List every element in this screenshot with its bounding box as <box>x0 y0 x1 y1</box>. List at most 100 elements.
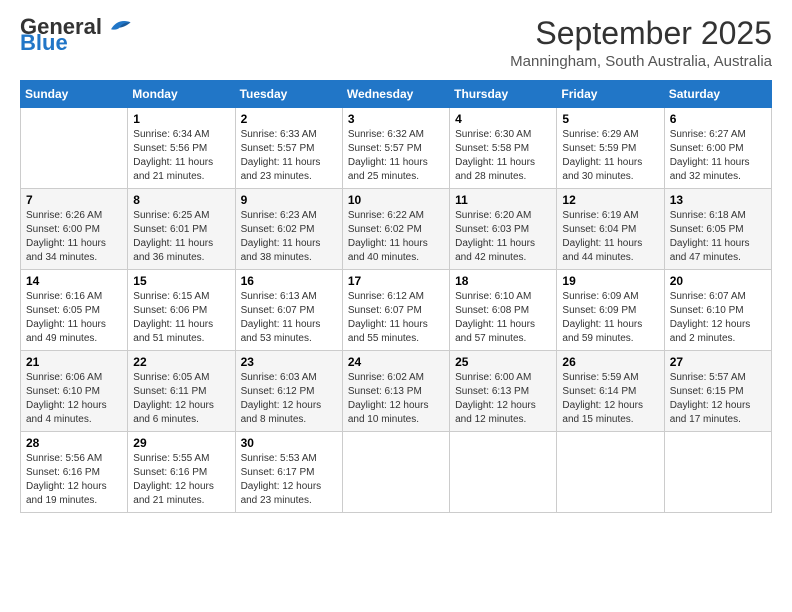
column-header-sunday: Sunday <box>21 81 128 108</box>
column-header-tuesday: Tuesday <box>235 81 342 108</box>
day-number: 29 <box>133 436 229 450</box>
day-number: 16 <box>241 274 337 288</box>
calendar-cell: 8 Sunrise: 6:25 AMSunset: 6:01 PMDaylight… <box>128 189 235 270</box>
day-number: 21 <box>26 355 122 369</box>
day-number: 3 <box>348 112 444 126</box>
day-info: Sunrise: 6:15 AMSunset: 6:06 PMDaylight:… <box>133 290 229 346</box>
logo: General Blue <box>20 16 132 54</box>
day-info: Sunrise: 6:12 AMSunset: 6:07 PMDaylight:… <box>348 290 444 346</box>
day-number: 26 <box>562 355 658 369</box>
calendar-header: SundayMondayTuesdayWednesdayThursdayFrid… <box>21 81 772 108</box>
day-number: 10 <box>348 193 444 207</box>
day-info: Sunrise: 5:57 AMSunset: 6:15 PMDaylight:… <box>670 371 766 427</box>
day-info: Sunrise: 6:22 AMSunset: 6:02 PMDaylight:… <box>348 209 444 265</box>
day-number: 11 <box>455 193 551 207</box>
page-header: General Blue September 2025 Manningham, … <box>20 16 772 70</box>
day-info: Sunrise: 6:33 AMSunset: 5:57 PMDaylight:… <box>241 128 337 184</box>
day-number: 23 <box>241 355 337 369</box>
calendar-cell: 13Sunrise: 6:18 AMSunset: 6:05 PMDayligh… <box>664 189 771 270</box>
day-info: Sunrise: 6:23 AMSunset: 6:02 PMDaylight:… <box>241 209 337 265</box>
calendar-cell: 12Sunrise: 6:19 AMSunset: 6:04 PMDayligh… <box>557 189 664 270</box>
day-info: Sunrise: 6:30 AMSunset: 5:58 PMDaylight:… <box>455 128 551 184</box>
day-number: 1 <box>133 112 229 126</box>
day-header-row: SundayMondayTuesdayWednesdayThursdayFrid… <box>21 81 772 108</box>
calendar-cell <box>21 108 128 189</box>
calendar-cell: 5Sunrise: 6:29 AMSunset: 5:59 PMDaylight… <box>557 108 664 189</box>
logo-bird-icon <box>104 16 132 34</box>
calendar-cell <box>557 432 664 513</box>
calendar-cell: 19 Sunrise: 6:09 AMSunset: 6:09 PMDayligh… <box>557 270 664 351</box>
day-number: 2 <box>241 112 337 126</box>
day-number: 6 <box>670 112 766 126</box>
day-info: Sunrise: 6:20 AMSunset: 6:03 PMDaylight:… <box>455 209 551 265</box>
day-number: 7 <box>26 193 122 207</box>
day-number: 15 <box>133 274 229 288</box>
calendar-cell: 4 Sunrise: 6:30 AMSunset: 5:58 PMDaylight… <box>450 108 557 189</box>
calendar-cell: 1 Sunrise: 6:34 AMSunset: 5:56 PMDaylight… <box>128 108 235 189</box>
day-info: Sunrise: 6:00 AMSunset: 6:13 PMDaylight:… <box>455 371 551 427</box>
calendar-cell: 25Sunrise: 6:00 AMSunset: 6:13 PMDayligh… <box>450 351 557 432</box>
calendar-cell: 21Sunrise: 6:06 AMSunset: 6:10 PMDayligh… <box>21 351 128 432</box>
day-number: 20 <box>670 274 766 288</box>
calendar-cell: 24 Sunrise: 6:02 AMSunset: 6:13 PMDayligh… <box>342 351 449 432</box>
calendar-cell: 20 Sunrise: 6:07 AMSunset: 6:10 PMDayligh… <box>664 270 771 351</box>
day-info: Sunrise: 6:34 AMSunset: 5:56 PMDaylight:… <box>133 128 229 184</box>
day-number: 9 <box>241 193 337 207</box>
calendar-cell: 30 Sunrise: 5:53 AMSunset: 6:17 PMDayligh… <box>235 432 342 513</box>
calendar-cell: 17 Sunrise: 6:12 AMSunset: 6:07 PMDayligh… <box>342 270 449 351</box>
day-info: Sunrise: 6:29 AMSunset: 5:59 PMDaylight:… <box>562 128 658 184</box>
day-number: 22 <box>133 355 229 369</box>
title-block: September 2025 Manningham, South Austral… <box>510 16 772 70</box>
day-info: Sunrise: 6:10 AMSunset: 6:08 PMDaylight:… <box>455 290 551 346</box>
calendar-cell: 16Sunrise: 6:13 AMSunset: 6:07 PMDayligh… <box>235 270 342 351</box>
day-info: Sunrise: 6:18 AMSunset: 6:05 PMDaylight:… <box>670 209 766 265</box>
day-number: 24 <box>348 355 444 369</box>
calendar-cell <box>342 432 449 513</box>
day-number: 30 <box>241 436 337 450</box>
calendar-cell: 7Sunrise: 6:26 AMSunset: 6:00 PMDaylight… <box>21 189 128 270</box>
calendar-table: SundayMondayTuesdayWednesdayThursdayFrid… <box>20 80 772 513</box>
column-header-monday: Monday <box>128 81 235 108</box>
page-title: September 2025 <box>510 16 772 51</box>
day-number: 27 <box>670 355 766 369</box>
calendar-cell: 9 Sunrise: 6:23 AMSunset: 6:02 PMDaylight… <box>235 189 342 270</box>
calendar-cell <box>450 432 557 513</box>
day-number: 28 <box>26 436 122 450</box>
day-info: Sunrise: 5:55 AMSunset: 6:16 PMDaylight:… <box>133 452 229 508</box>
calendar-cell: 3 Sunrise: 6:32 AMSunset: 5:57 PMDaylight… <box>342 108 449 189</box>
day-info: Sunrise: 6:25 AMSunset: 6:01 PMDaylight:… <box>133 209 229 265</box>
day-info: Sunrise: 6:27 AMSunset: 6:00 PMDaylight:… <box>670 128 766 184</box>
day-number: 12 <box>562 193 658 207</box>
day-info: Sunrise: 5:53 AMSunset: 6:17 PMDaylight:… <box>241 452 337 508</box>
calendar-cell: 29 Sunrise: 5:55 AMSunset: 6:16 PMDayligh… <box>128 432 235 513</box>
day-number: 8 <box>133 193 229 207</box>
day-info: Sunrise: 6:07 AMSunset: 6:10 PMDaylight:… <box>670 290 766 346</box>
day-number: 17 <box>348 274 444 288</box>
day-number: 4 <box>455 112 551 126</box>
calendar-week-4: 21Sunrise: 6:06 AMSunset: 6:10 PMDayligh… <box>21 351 772 432</box>
calendar-cell: 6 Sunrise: 6:27 AMSunset: 6:00 PMDaylight… <box>664 108 771 189</box>
day-number: 18 <box>455 274 551 288</box>
calendar-cell: 14Sunrise: 6:16 AMSunset: 6:05 PMDayligh… <box>21 270 128 351</box>
column-header-wednesday: Wednesday <box>342 81 449 108</box>
day-number: 19 <box>562 274 658 288</box>
day-info: Sunrise: 5:59 AMSunset: 6:14 PMDaylight:… <box>562 371 658 427</box>
calendar-cell: 11 Sunrise: 6:20 AMSunset: 6:03 PMDayligh… <box>450 189 557 270</box>
calendar-week-3: 14Sunrise: 6:16 AMSunset: 6:05 PMDayligh… <box>21 270 772 351</box>
day-info: Sunrise: 6:03 AMSunset: 6:12 PMDaylight:… <box>241 371 337 427</box>
calendar-cell: 10 Sunrise: 6:22 AMSunset: 6:02 PMDayligh… <box>342 189 449 270</box>
day-info: Sunrise: 6:09 AMSunset: 6:09 PMDaylight:… <box>562 290 658 346</box>
calendar-cell: 2 Sunrise: 6:33 AMSunset: 5:57 PMDaylight… <box>235 108 342 189</box>
calendar-cell: 22Sunrise: 6:05 AMSunset: 6:11 PMDayligh… <box>128 351 235 432</box>
day-info: Sunrise: 6:32 AMSunset: 5:57 PMDaylight:… <box>348 128 444 184</box>
calendar-cell: 28 Sunrise: 5:56 AMSunset: 6:16 PMDayligh… <box>21 432 128 513</box>
column-header-thursday: Thursday <box>450 81 557 108</box>
page-subtitle: Manningham, South Australia, Australia <box>510 53 772 70</box>
day-info: Sunrise: 5:56 AMSunset: 6:16 PMDaylight:… <box>26 452 122 508</box>
calendar-body: 1 Sunrise: 6:34 AMSunset: 5:56 PMDaylight… <box>21 108 772 513</box>
day-info: Sunrise: 6:02 AMSunset: 6:13 PMDaylight:… <box>348 371 444 427</box>
column-header-friday: Friday <box>557 81 664 108</box>
calendar-week-5: 28 Sunrise: 5:56 AMSunset: 6:16 PMDayligh… <box>21 432 772 513</box>
calendar-cell <box>664 432 771 513</box>
day-number: 14 <box>26 274 122 288</box>
